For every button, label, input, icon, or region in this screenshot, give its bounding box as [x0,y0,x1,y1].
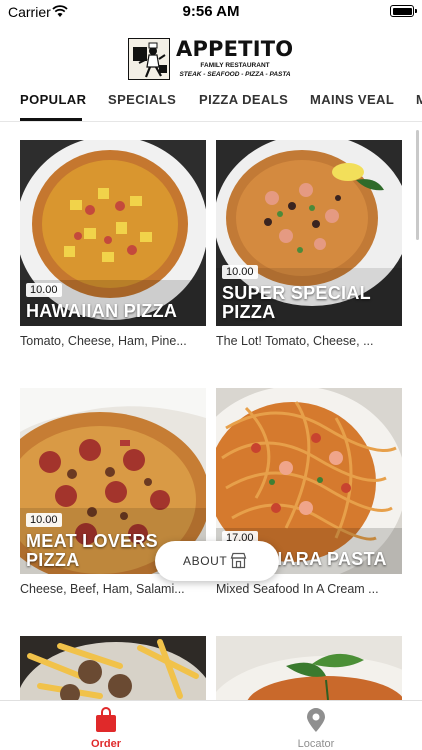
nav-order-label: Order [91,738,121,750]
category-tabs: POPULAR SPECIALS PIZZA DEALS MAINS VEAL … [0,86,422,122]
item-description: Tomato, Cheese, Ham, Pine... [20,334,187,348]
tab-more[interactable]: M [416,92,422,107]
bottom-nav: Order Locator [0,700,422,750]
item-title: HAWAIIAN PIZZA [26,301,178,321]
item-image: 10.00 SUPER SPECIAL PIZZA [216,140,402,326]
tab-pizza-deals[interactable]: PIZZA DEALS [199,92,288,107]
map-pin-icon [307,708,325,732]
about-label: ABOUT [183,554,228,568]
menu-item-hawaiian-pizza[interactable]: 10.00 HAWAIIAN PIZZA Tomato, Cheese, Ham… [20,140,206,348]
logo-name: APPETITO [176,37,294,61]
price-badge: 10.00 [26,283,62,297]
shopping-bag-icon [96,707,116,732]
logo-cuisine: STEAK - SEAFOOD - PIZZA - PASTA [179,71,291,78]
menu-item-5[interactable] [20,636,206,700]
tab-specials[interactable]: SPECIALS [108,92,176,107]
menu-item-6[interactable] [216,636,402,700]
nav-locator-label: Locator [297,738,335,750]
status-bar: Carrier 9:56 AM [0,0,422,24]
price-badge: 10.00 [26,513,62,527]
nav-order[interactable]: Order [66,707,146,750]
item-title-line2: PIZZA [222,302,276,322]
item-description: The Lot! Tomato, Cheese, ... [216,334,374,348]
tab-popular[interactable]: POPULAR [20,92,86,107]
item-title-line1: SUPER SPECIAL [222,283,371,303]
item-image [20,636,206,700]
scrollbar[interactable] [416,130,419,240]
logo-tagline: FAMILY RESTAURANT [200,62,270,69]
about-button[interactable]: ABOUT [155,541,279,581]
chef-logo-icon [128,38,170,80]
active-tab-indicator [20,118,82,121]
tab-mains-veal[interactable]: MAINS VEAL [310,92,394,107]
item-description: Cheese, Beef, Ham, Salami... [20,582,185,596]
store-icon [230,552,247,569]
status-time: 9:56 AM [182,3,240,20]
item-image [216,636,402,700]
nav-locator[interactable]: Locator [276,707,356,750]
item-image: 10.00 HAWAIIAN PIZZA [20,140,206,326]
menu-item-super-special-pizza[interactable]: 10.00 SUPER SPECIAL PIZZA The Lot! Tomat… [216,140,402,348]
price-badge: 10.00 [222,265,258,279]
restaurant-logo: APPETITO FAMILY RESTAURANT STEAK - SEAFO… [128,37,296,82]
item-description: Mixed Seafood In A Cream ... [216,582,379,596]
battery-icon [390,5,417,17]
